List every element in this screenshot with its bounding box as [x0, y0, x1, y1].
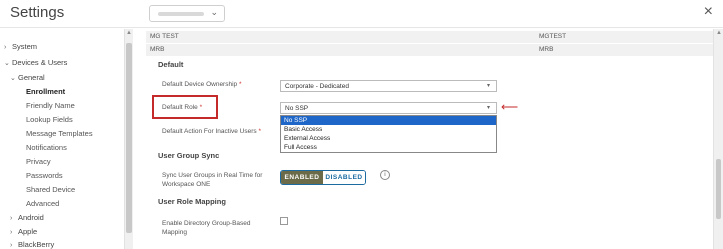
sidebar-scroll-thumb[interactable]: [126, 43, 132, 233]
role-option[interactable]: Basic Access: [281, 125, 496, 134]
sidebar-scrollbar[interactable]: ▲: [124, 29, 133, 249]
sidebar-item-general[interactable]: ⌄ General: [10, 73, 45, 82]
sidebar-item-lookup-fields[interactable]: Lookup Fields: [26, 115, 73, 124]
chevron-right-icon: ›: [4, 44, 7, 51]
section-user-group-sync: User Group Sync: [158, 151, 220, 160]
default-role-value: No SSP: [285, 105, 309, 112]
content-scrollbar[interactable]: ▲: [713, 29, 723, 249]
chevron-down-icon: ▾: [486, 105, 490, 111]
sidebar-item-devices-users[interactable]: ⌄ Devices & Users: [4, 58, 67, 67]
organization-group-select[interactable]: ⌄: [149, 5, 225, 22]
chevron-right-icon: ›: [10, 242, 13, 249]
role-option[interactable]: Full Access: [281, 143, 496, 152]
sidebar-item-enrollment[interactable]: Enrollment: [26, 87, 65, 96]
sidebar-item-friendly-name[interactable]: Friendly Name: [26, 101, 75, 110]
org-row-2-right: MRB: [539, 46, 554, 53]
close-icon[interactable]: ×: [704, 3, 713, 21]
chevron-down-icon: ⌄: [10, 75, 16, 82]
chevron-down-icon: ⌄: [4, 60, 10, 67]
default-role-label: Default Role *: [162, 104, 203, 111]
sync-toggle[interactable]: ENABLED DISABLED: [280, 170, 366, 185]
role-option[interactable]: External Access: [281, 134, 496, 143]
disabled-button[interactable]: DISABLED: [323, 171, 365, 184]
settings-sidebar: › System ⌄ Devices & Users ⌄ General Enroll…: [0, 29, 124, 249]
sidebar-item-apple[interactable]: › Apple: [10, 227, 37, 236]
chevron-down-icon: ⌄: [210, 7, 218, 17]
sidebar-item-advanced[interactable]: Advanced: [26, 199, 59, 208]
directory-group-mapping-checkbox[interactable]: [280, 217, 288, 225]
scroll-up-icon[interactable]: ▲: [126, 30, 132, 36]
sidebar-item-shared-device[interactable]: Shared Device: [26, 185, 75, 194]
default-role-dropdown[interactable]: No SSP Basic Access External Access Full…: [280, 115, 497, 153]
sidebar-item-system[interactable]: › System: [4, 42, 37, 51]
organization-group-value: [158, 12, 204, 16]
device-ownership-select[interactable]: Corporate - Dedicated ▾: [280, 80, 497, 92]
sidebar-item-message-templates[interactable]: Message Templates: [26, 129, 93, 138]
device-ownership-value: Corporate - Dedicated: [285, 83, 349, 90]
settings-content: MG TEST MGTEST MRB MRB Default Default D…: [146, 29, 713, 249]
sidebar-item-passwords[interactable]: Passwords: [26, 171, 63, 180]
section-default: Default: [158, 60, 184, 69]
enabled-button[interactable]: ENABLED: [281, 171, 323, 184]
chevron-down-icon: ▾: [486, 83, 490, 89]
org-row-1-left: MG TEST: [150, 33, 179, 40]
content-scroll-thumb[interactable]: [716, 159, 721, 219]
info-icon[interactable]: i: [380, 170, 390, 180]
sidebar-item-blackberry[interactable]: › BlackBerry: [10, 240, 54, 249]
settings-header: Settings ⌄ ×: [0, 0, 723, 28]
directory-group-mapping-label: Enable Directory Group-Based Mapping: [162, 220, 251, 236]
default-role-select[interactable]: No SSP ▾: [280, 102, 497, 114]
sync-user-groups-label: Sync User Groups in Real Time for Worksp…: [162, 172, 263, 188]
inactive-users-label: Default Action For Inactive Users *: [162, 128, 261, 135]
section-user-role-mapping: User Role Mapping: [158, 197, 226, 206]
sidebar-item-android[interactable]: › Android: [10, 213, 44, 222]
org-row-2: MRB MRB: [146, 44, 713, 56]
sidebar-item-notifications[interactable]: Notifications: [26, 143, 67, 152]
red-arrow-indicator: ⟵: [501, 100, 519, 114]
sidebar-item-privacy[interactable]: Privacy: [26, 157, 51, 166]
ownership-label: Default Device Ownership *: [162, 81, 242, 88]
chevron-right-icon: ›: [10, 229, 13, 236]
chevron-right-icon: ›: [10, 215, 13, 222]
scroll-up-icon[interactable]: ▲: [716, 30, 722, 36]
role-option[interactable]: No SSP: [281, 116, 496, 125]
org-row-2-left: MRB: [150, 46, 165, 53]
page-title: Settings: [10, 4, 65, 21]
org-row-1-right: MGTEST: [539, 33, 567, 40]
org-row-1: MG TEST MGTEST: [146, 31, 713, 43]
